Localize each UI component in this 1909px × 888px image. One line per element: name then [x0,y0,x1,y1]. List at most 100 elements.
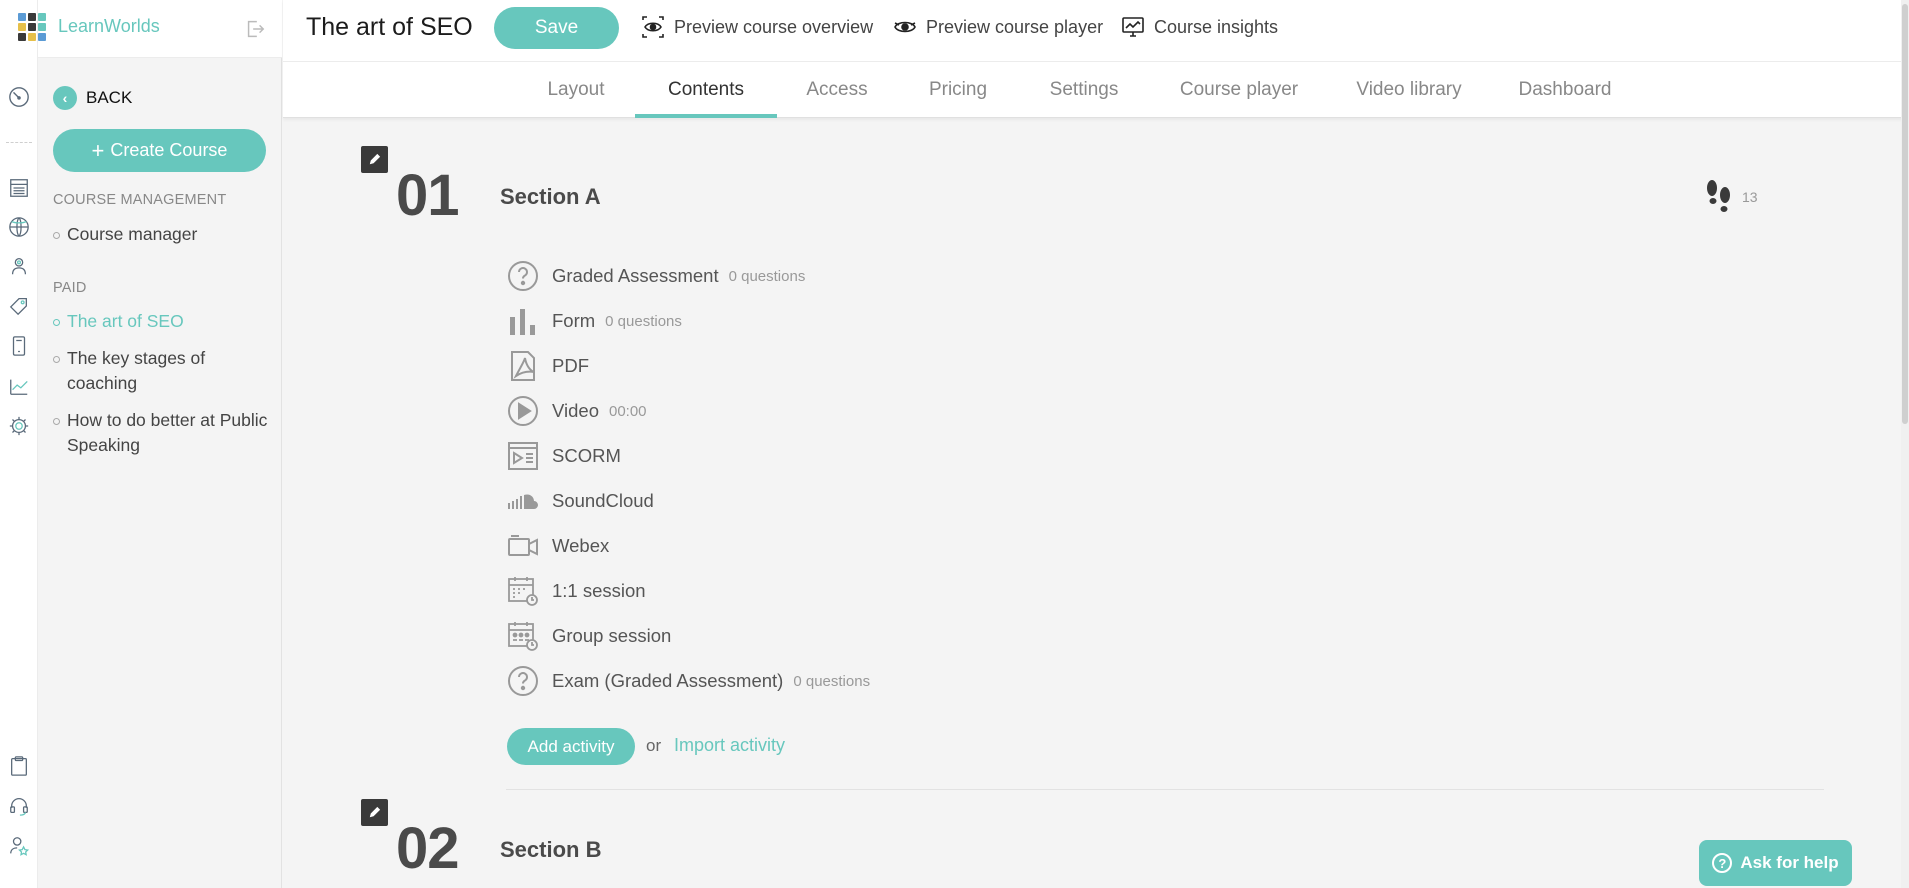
activity-label: Webex [552,535,610,556]
sales-tag-icon[interactable] [7,294,31,318]
preview-course-player-link[interactable]: Preview course player [893,16,1103,38]
users-icon[interactable] [7,254,31,278]
tab-settings[interactable]: Settings [1019,62,1149,118]
brand-bar: LearnWorlds [18,0,282,58]
website-globe-icon[interactable] [7,215,31,239]
question-circle-icon [506,664,540,698]
activity-soundcloud[interactable]: SoundCloud [506,483,654,519]
activity-graded-assessment[interactable]: Graded Assessment 0 questions [506,258,805,294]
section-number: 01 [396,163,460,228]
preview-course-player-label: Preview course player [926,16,1104,37]
back-button[interactable]: ‹ BACK [53,86,132,110]
pdf-icon [506,349,540,383]
tab-contents[interactable]: Contents [635,62,777,118]
ask-for-help-button[interactable]: ? Ask for help [1699,840,1852,886]
sidebar: LearnWorlds ‹ BACK + Create Course COURS… [18,0,282,888]
tab-course-player[interactable]: Course player [1149,62,1329,118]
save-button[interactable]: Save [494,7,619,49]
paid-heading: PAID [53,280,87,296]
question-circle-icon [506,259,540,293]
scrollbar-thumb[interactable] [1902,4,1908,424]
back-label: BACK [86,88,133,107]
section-title[interactable]: Section A [500,184,601,210]
sidebar-item-public-speaking[interactable]: How to do better at Public Speaking [53,408,273,458]
icon-rail [0,0,38,888]
sidebar-item-course-manager[interactable]: Course manager [53,222,273,247]
activity-pdf[interactable]: PDF [506,348,589,384]
preview-course-overview-link[interactable]: Preview course overview [641,16,873,38]
activity-label: SoundCloud [552,490,654,511]
courses-icon[interactable] [7,176,31,200]
or-text: or [646,736,662,755]
tab-access[interactable]: Access [777,62,897,118]
course-management-heading: COURSE MANAGEMENT [53,192,227,208]
section-steps-counter: 13 [1704,178,1758,216]
activity-label: Video [552,400,599,421]
pencil-icon [369,153,381,165]
help-question-icon: ? [1712,853,1733,873]
course-insights-link[interactable]: Course insights [1121,16,1278,38]
course-insights-label: Course insights [1154,16,1279,37]
edit-section-button[interactable] [361,799,388,826]
video-camera-icon [506,529,540,563]
scorm-icon [506,439,540,473]
chevron-left-icon: ‹ [53,86,77,110]
activity-label: 1:1 session [552,580,646,601]
activity-label: SCORM [552,445,621,466]
activity-meta: 0 questions [728,267,806,285]
mobile-app-icon[interactable] [7,334,31,358]
monitor-chart-icon [1122,17,1144,37]
section-title[interactable]: Section B [500,837,601,863]
calendar-clock-icon [506,574,540,608]
activity-label: Exam (Graded Assessment) [552,670,784,691]
plus-icon: + [91,137,105,163]
activity-meta: 0 questions [793,672,871,690]
clipboard-icon[interactable] [7,754,31,778]
preview-course-overview-label: Preview course overview [674,16,874,37]
ask-for-help-label: Ask for help [1740,853,1839,872]
settings-gear-icon[interactable] [7,414,31,438]
dashboard-gauge-icon[interactable] [7,85,31,109]
activity-one-on-one-session[interactable]: 1:1 session [506,573,646,609]
add-activity-button[interactable]: Add activity [507,728,635,765]
section-number: 02 [396,816,460,881]
activity-form[interactable]: Form 0 questions [506,303,682,339]
activity-video[interactable]: Video 00:00 [506,393,647,429]
import-activity-link[interactable]: Import activity [674,735,785,756]
section-divider [506,789,1824,790]
create-course-label: Create Course [110,140,228,160]
activity-group-session[interactable]: Group session [506,618,671,654]
pencil-icon [369,806,381,818]
footsteps-icon [1707,180,1730,212]
activity-label: Group session [552,625,672,646]
eye-icon [894,21,916,33]
activity-label: Graded Assessment [552,265,719,286]
play-circle-icon [506,394,540,428]
create-course-button[interactable]: + Create Course [53,129,266,172]
support-headset-icon[interactable] [7,794,31,818]
course-header: The art of SEO Save Preview course overv… [283,0,1909,118]
activity-label: PDF [552,355,589,376]
tab-pricing[interactable]: Pricing [897,62,1019,118]
activity-label: Form [552,310,596,331]
edit-section-button[interactable] [361,146,388,173]
calendar-group-icon [506,619,540,653]
course-title: The art of SEO [306,13,473,41]
tab-layout[interactable]: Layout [518,62,634,118]
activity-webex[interactable]: Webex [506,528,609,564]
activity-scorm[interactable]: SCORM [506,438,621,474]
tab-dashboard[interactable]: Dashboard [1489,62,1641,118]
sidebar-item-the-art-of-seo[interactable]: The art of SEO [53,309,273,334]
tab-video-library[interactable]: Video library [1329,62,1489,118]
eye-frame-icon [642,16,664,38]
bar-chart-icon [506,304,540,338]
exit-icon[interactable] [244,18,266,40]
brand-name: LearnWorlds [58,16,160,36]
sidebar-item-key-stages-of-coaching[interactable]: The key stages of coaching [53,346,273,396]
user-star-icon[interactable] [7,834,31,858]
steps-count: 13 [1742,189,1758,205]
reports-chart-icon[interactable] [7,374,31,398]
activity-exam[interactable]: Exam (Graded Assessment) 0 questions [506,663,870,699]
learnworlds-logo[interactable] [18,13,46,41]
activity-meta: 00:00 [608,402,647,420]
